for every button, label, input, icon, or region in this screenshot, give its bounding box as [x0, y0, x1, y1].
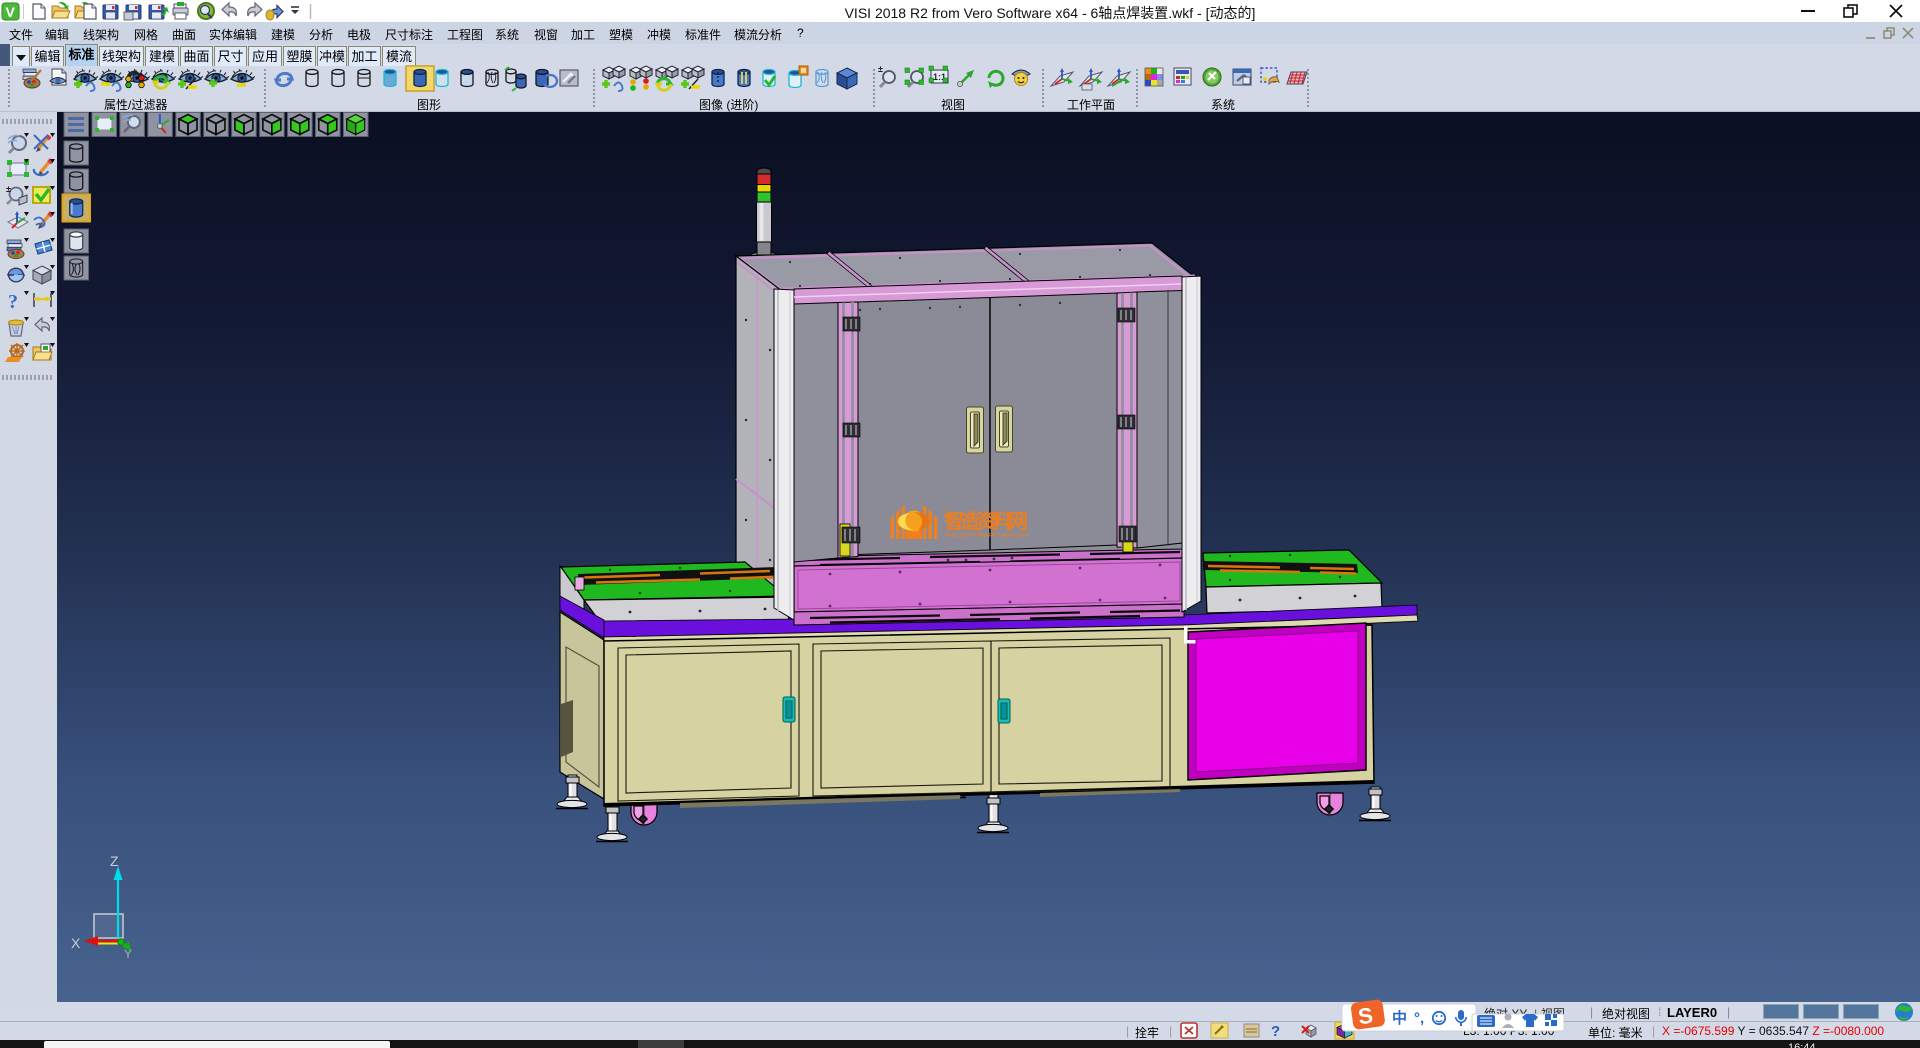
- svg-text:±: ±: [6, 184, 11, 194]
- svg-text:INTELLIGENT MANUFACTURING DATA: INTELLIGENT MANUFACTURING DATA: [945, 533, 1029, 539]
- svg-text:?: ?: [8, 291, 18, 313]
- svg-text:±: ±: [878, 64, 883, 74]
- svg-text:Z: Z: [110, 853, 119, 869]
- svg-text:?: ?: [1271, 1023, 1280, 1040]
- svg-text:Y: Y: [124, 947, 132, 961]
- svg-text:中: 中: [1392, 1009, 1407, 1027]
- svg-text:°,: °,: [1414, 1010, 1424, 1027]
- svg-text:智造资料网: 智造资料网: [944, 509, 1028, 533]
- svg-text:X: X: [71, 935, 81, 951]
